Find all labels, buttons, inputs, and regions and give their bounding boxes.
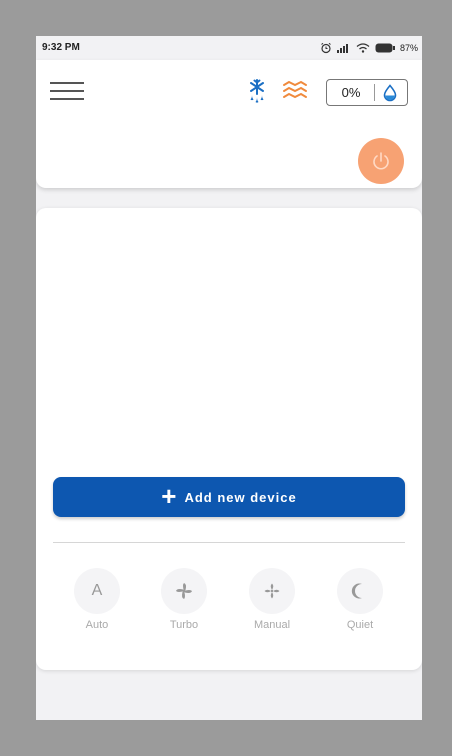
mode-auto-button[interactable]: A Auto [67, 568, 127, 631]
mode-manual-label: Manual [253, 619, 291, 631]
alarm-icon [321, 42, 331, 54]
heat-waves-icon[interactable] [281, 77, 309, 105]
status-bar: 9:32 PM 87% [36, 36, 422, 60]
status-icons: 87% [320, 40, 418, 56]
mode-quiet-label: Quiet [346, 619, 374, 631]
hamburger-menu-icon[interactable] [50, 78, 84, 104]
moon-icon [351, 583, 362, 599]
snowflake-drop-icon[interactable] [243, 77, 271, 105]
mode-turbo-label: Turbo [169, 619, 199, 631]
mode-auto-label: Auto [85, 619, 109, 631]
control-header-card: 0% [36, 60, 422, 188]
status-time: 9:32 PM [42, 42, 80, 53]
device-card: + Add new device A Auto Turbo Manual Qui… [36, 208, 422, 670]
fan-manual-icon [264, 583, 280, 599]
add-new-device-button[interactable]: + Add new device [53, 477, 405, 517]
battery-percent: 87% [399, 43, 418, 53]
power-button[interactable] [358, 138, 404, 184]
mode-turbo-circle [161, 568, 207, 614]
divider [53, 542, 405, 543]
power-icon [373, 152, 389, 170]
plus-icon: + [161, 481, 177, 511]
humidity-value: 0% [341, 85, 361, 100]
mode-quiet-circle [337, 568, 383, 614]
humidity-divider [374, 84, 375, 101]
mode-manual-button[interactable]: Manual [242, 568, 302, 631]
phone-screen: 9:32 PM 87% 0% + Add new device A Auto T… [36, 36, 422, 720]
wifi-icon [356, 43, 370, 53]
mode-quiet-button[interactable]: Quiet [330, 568, 390, 631]
add-device-label: Add new device [184, 489, 297, 505]
fan-icon [176, 583, 192, 599]
bottom-area [36, 676, 422, 720]
humidity-control[interactable]: 0% [326, 79, 408, 106]
mode-turbo-button[interactable]: Turbo [154, 568, 214, 631]
mode-manual-circle [249, 568, 295, 614]
letter-a-icon: A [74, 568, 120, 614]
water-drop-icon[interactable] [381, 84, 399, 102]
battery-icon [375, 43, 395, 53]
signal-icon [336, 44, 348, 53]
